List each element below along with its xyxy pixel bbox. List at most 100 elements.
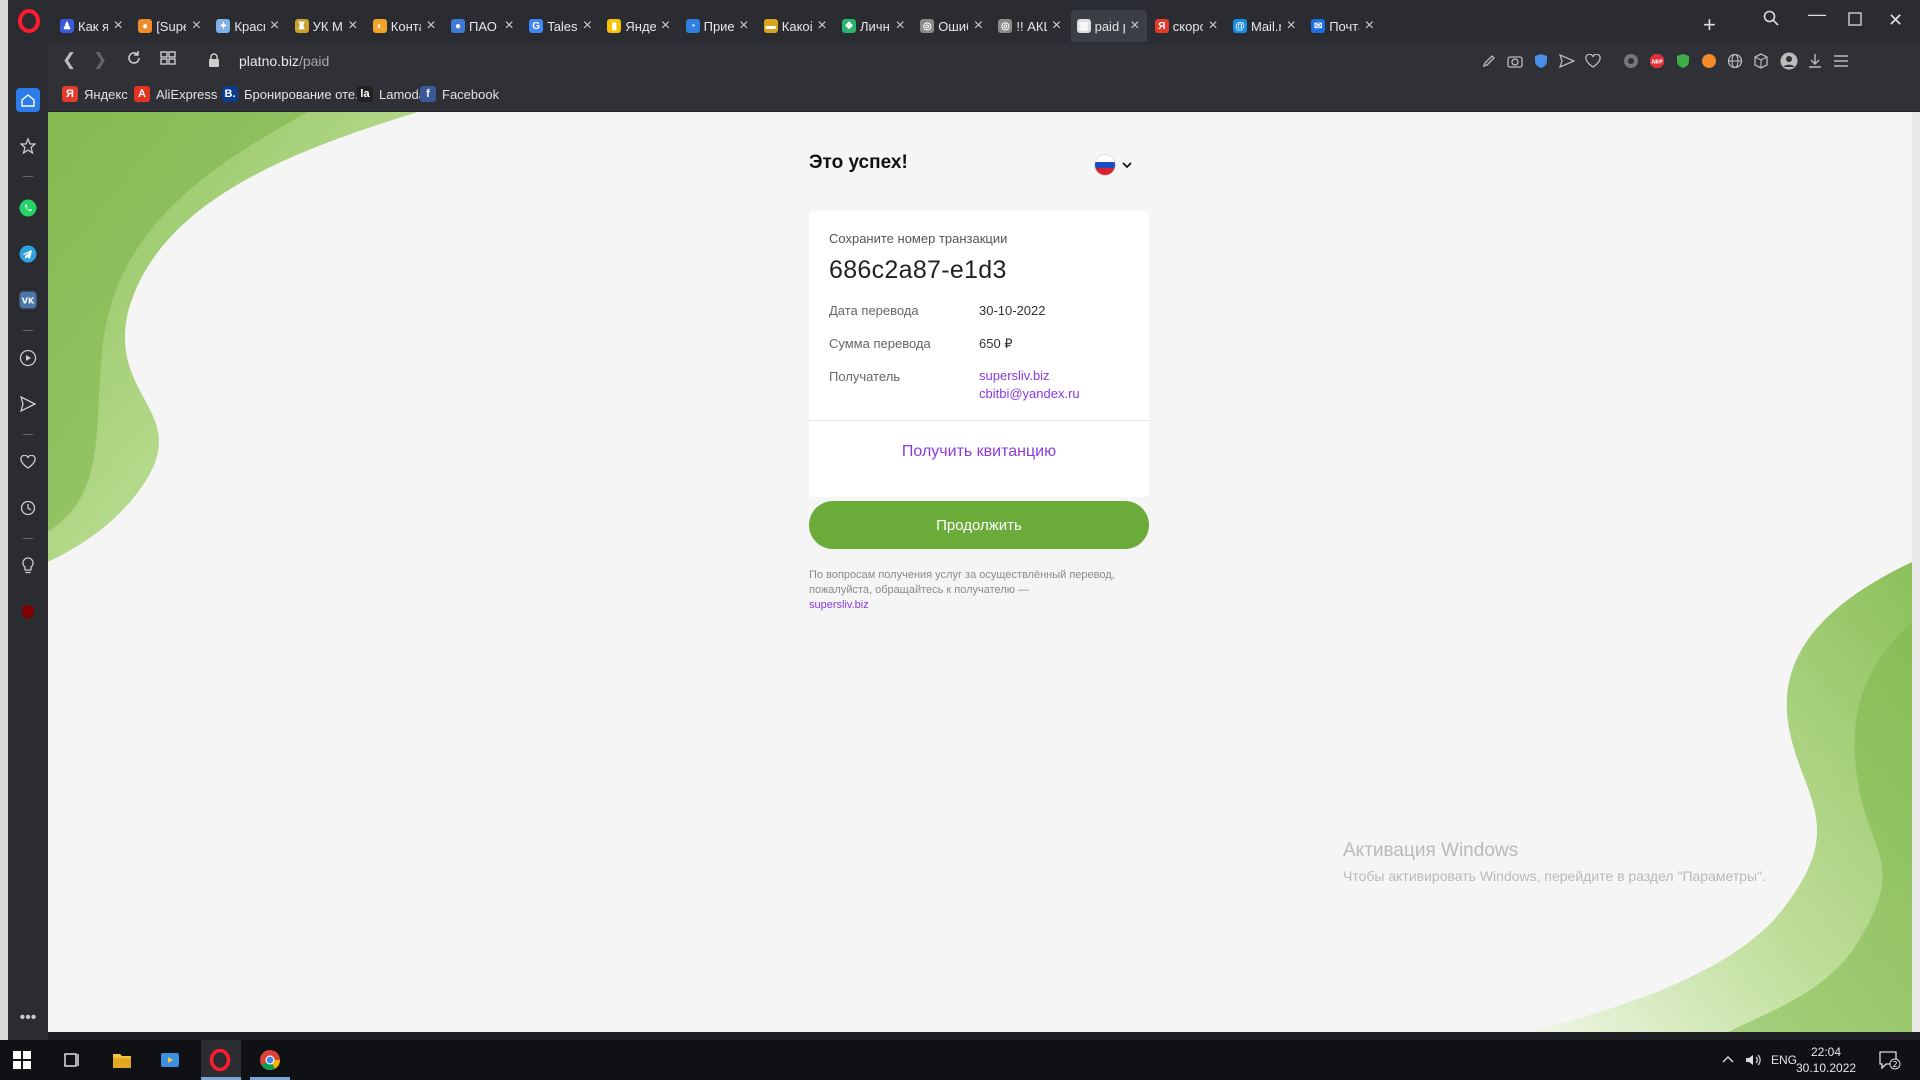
heart-icon[interactable] [1584, 52, 1602, 70]
minimize-icon[interactable]: — [1808, 4, 1826, 25]
browser-tab[interactable]: @ Mail.ru× [1227, 12, 1303, 40]
search-tabs-icon[interactable] [1763, 10, 1779, 31]
tab-close-icon[interactable]: × [1051, 17, 1063, 35]
task-view-icon[interactable] [60, 1048, 84, 1072]
browser-tab[interactable]: ✦Красно × [210, 12, 286, 40]
notification-count: 2 [1892, 1060, 1897, 1069]
edit-page-icon[interactable] [1480, 52, 1498, 70]
speed-dial-home-icon[interactable] [16, 88, 40, 112]
extension-icon[interactable] [1622, 52, 1640, 70]
telegram-icon[interactable] [16, 242, 40, 266]
media-player-icon[interactable] [158, 1048, 182, 1072]
bookmark-item[interactable]: A AliExpress [134, 86, 217, 102]
tab-close-icon[interactable]: × [738, 17, 750, 35]
tab-close-icon[interactable]: × [425, 17, 437, 35]
browser-tab[interactable]: GTales fro× [523, 12, 599, 40]
download-icon[interactable] [1806, 52, 1824, 70]
ublock-icon[interactable] [16, 600, 40, 624]
background-window-edge [0, 0, 8, 1040]
player-icon[interactable] [16, 346, 40, 370]
tab-close-icon[interactable]: × [112, 17, 124, 35]
bookmark-item[interactable]: f Facebook [420, 86, 499, 102]
scrollbar[interactable] [1912, 112, 1920, 1032]
tab-close-icon[interactable]: × [894, 17, 906, 35]
browser-tab[interactable]: ✉Почта М× [1305, 12, 1381, 40]
tab-title: Прием [703, 18, 734, 34]
bookmark-item[interactable]: Я Яндекс [62, 86, 128, 102]
continue-button[interactable]: Продолжить [809, 501, 1149, 549]
browser-tab[interactable]: ❖ Личный× [836, 12, 912, 40]
browser-tab[interactable]: ▮Яндекс× [601, 12, 677, 40]
browser-tab[interactable]: ●[SuperS× [132, 12, 208, 40]
tray-chevron-up-icon[interactable] [1722, 1053, 1734, 1067]
browser-tab[interactable]: ◔Прием× [680, 12, 756, 40]
recipient-email-link[interactable]: cbitbi@yandex.ru [979, 385, 1080, 403]
opera-taskbar-icon[interactable] [208, 1048, 232, 1072]
pinboard-heart-icon[interactable] [16, 450, 40, 474]
tab-close-icon[interactable]: × [1207, 17, 1219, 35]
snapshot-icon[interactable] [1506, 52, 1524, 70]
tabs-overview-icon[interactable] [160, 50, 176, 71]
opera-logo-icon[interactable] [18, 9, 40, 33]
windows-start-icon[interactable] [10, 1048, 34, 1072]
keyboard-language[interactable]: ENG [1771, 1053, 1797, 1067]
browser-tab[interactable]: ● ПАО "К× [445, 12, 521, 40]
orange-extension-icon[interactable] [1700, 52, 1718, 70]
browser-tab[interactable]: ◎!! АКЦИ × [992, 12, 1068, 40]
tab-favicon-icon: ▥ [1076, 19, 1091, 33]
green-shield-icon[interactable] [1674, 52, 1692, 70]
history-clock-icon[interactable] [16, 496, 40, 520]
windows-activation-watermark: Активация Windows Чтобы активировать Win… [1343, 840, 1766, 884]
chrome-taskbar-icon[interactable] [258, 1048, 282, 1072]
forward-icon[interactable]: ❯ [93, 50, 107, 70]
browser-tab[interactable]: ▥paid pay× [1070, 10, 1147, 42]
whatsapp-icon[interactable] [16, 196, 40, 220]
cube-icon[interactable] [1752, 52, 1770, 70]
adblock-icon[interactable]: ABP [1648, 52, 1666, 70]
lock-icon[interactable] [208, 53, 220, 67]
new-tab-button[interactable]: + [1703, 12, 1716, 38]
more-options-icon[interactable]: ••• [16, 1006, 40, 1030]
easy-setup-icon[interactable] [1832, 52, 1850, 70]
tab-close-icon[interactable]: × [1285, 17, 1297, 35]
back-icon[interactable]: ❮ [62, 50, 76, 70]
tab-close-icon[interactable]: × [190, 17, 202, 35]
language-selector[interactable] [1094, 154, 1132, 176]
tab-close-icon[interactable]: × [660, 17, 672, 35]
tab-close-icon[interactable]: × [1363, 17, 1375, 35]
profile-avatar-icon[interactable] [1780, 52, 1798, 70]
file-explorer-icon[interactable] [110, 1048, 134, 1072]
vk-icon[interactable]: VK [16, 288, 40, 312]
browser-tab[interactable]: ◎Ошибка× [914, 12, 990, 40]
tab-close-icon[interactable]: × [269, 17, 281, 35]
volume-icon[interactable] [1745, 1053, 1763, 1070]
bookmark-item[interactable]: la Lamoda [357, 86, 426, 102]
lightbulb-icon[interactable] [16, 554, 40, 578]
browser-tab[interactable]: ♟ Как я го× [54, 12, 130, 40]
tab-close-icon[interactable]: × [816, 17, 828, 35]
tab-close-icon[interactable]: × [972, 17, 984, 35]
send-icon[interactable] [1558, 52, 1576, 70]
reload-icon[interactable] [126, 50, 142, 71]
browser-tab[interactable]: ♜УК Мер× [289, 12, 365, 40]
browser-tab[interactable]: Яскорост× [1149, 12, 1225, 40]
browser-tab[interactable]: ◐Контакт× [367, 12, 443, 40]
url-field[interactable]: platno.biz/paid [239, 53, 329, 69]
bookmarks-star-icon[interactable] [16, 134, 40, 158]
flow-send-icon[interactable] [16, 392, 40, 416]
browser-tab[interactable]: ▬Какой а× [758, 12, 834, 40]
get-receipt-link[interactable]: Получить квитанцию [809, 443, 1149, 461]
action-center-icon[interactable]: 2 [1878, 1050, 1902, 1073]
tab-close-icon[interactable]: × [503, 17, 515, 35]
bookmark-item[interactable]: B. Бронирование оте... [222, 86, 366, 102]
system-clock[interactable]: 22:04 30.10.2022 [1796, 1044, 1856, 1076]
footnote-recipient-link[interactable]: supersliv.biz [809, 598, 1119, 613]
tab-close-icon[interactable]: × [347, 17, 359, 35]
maximize-icon[interactable] [1848, 10, 1862, 31]
vpn-globe-icon[interactable] [1726, 52, 1744, 70]
shield-icon[interactable] [1532, 52, 1550, 70]
tab-close-icon[interactable]: × [581, 17, 593, 35]
tab-close-icon[interactable]: × [1129, 17, 1141, 35]
recipient-site-link[interactable]: supersliv.biz [979, 367, 1080, 385]
close-window-icon[interactable]: ✕ [1888, 10, 1903, 31]
